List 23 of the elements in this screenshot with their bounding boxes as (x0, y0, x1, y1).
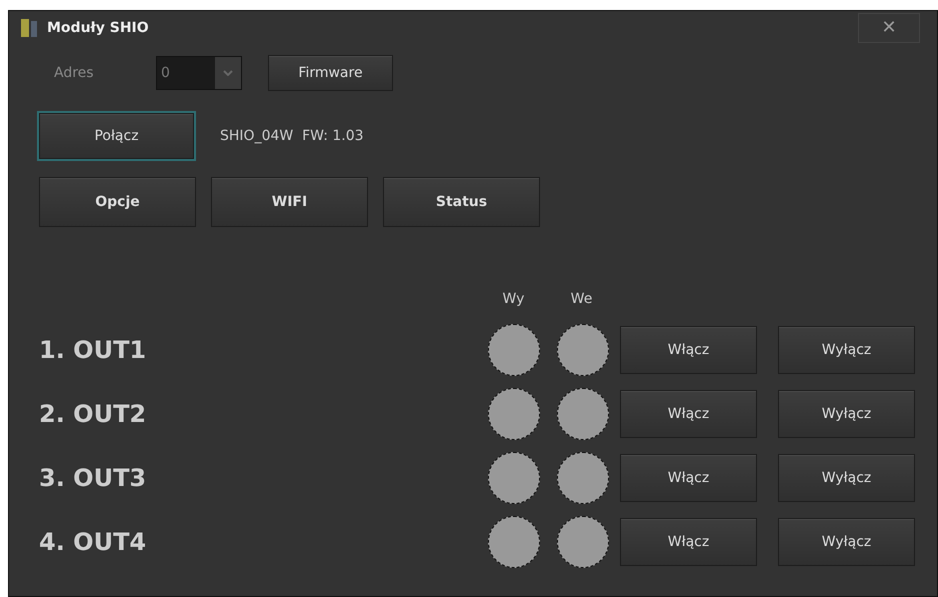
turn-on-button[interactable]: Włącz (620, 454, 757, 502)
connect-button[interactable]: Połącz (39, 113, 194, 159)
turn-on-button[interactable]: Włącz (620, 326, 757, 374)
output-name: 4. OUT4 (39, 527, 148, 558)
output-name: 1. OUT1 (39, 335, 148, 366)
window-title: Moduły SHIO (47, 18, 149, 38)
turn-off-button[interactable]: Wyłącz (778, 518, 915, 566)
turn-off-button[interactable]: Wyłącz (778, 390, 915, 438)
device-info: SHIO_04W FW: 1.03 (220, 126, 364, 146)
column-header: Wy (502, 290, 526, 309)
turn-on-button[interactable]: Włącz (620, 390, 757, 438)
output-name: 3. OUT3 (39, 463, 148, 494)
option-button[interactable]: WIFI (211, 177, 368, 227)
turn-off-button[interactable]: Wyłącz (778, 454, 915, 502)
firmware-button[interactable]: Firmware (268, 55, 393, 91)
option-button[interactable]: Opcje (39, 177, 196, 227)
turn-on-button[interactable]: Włącz (620, 518, 757, 566)
address-label: Adres (54, 64, 95, 82)
turn-off-button[interactable]: Wyłącz (778, 326, 915, 374)
column-header: We (570, 290, 594, 309)
close-button[interactable]: ✕ (858, 13, 920, 43)
output-name: 2. OUT2 (39, 399, 148, 430)
option-button[interactable]: Status (383, 177, 540, 227)
